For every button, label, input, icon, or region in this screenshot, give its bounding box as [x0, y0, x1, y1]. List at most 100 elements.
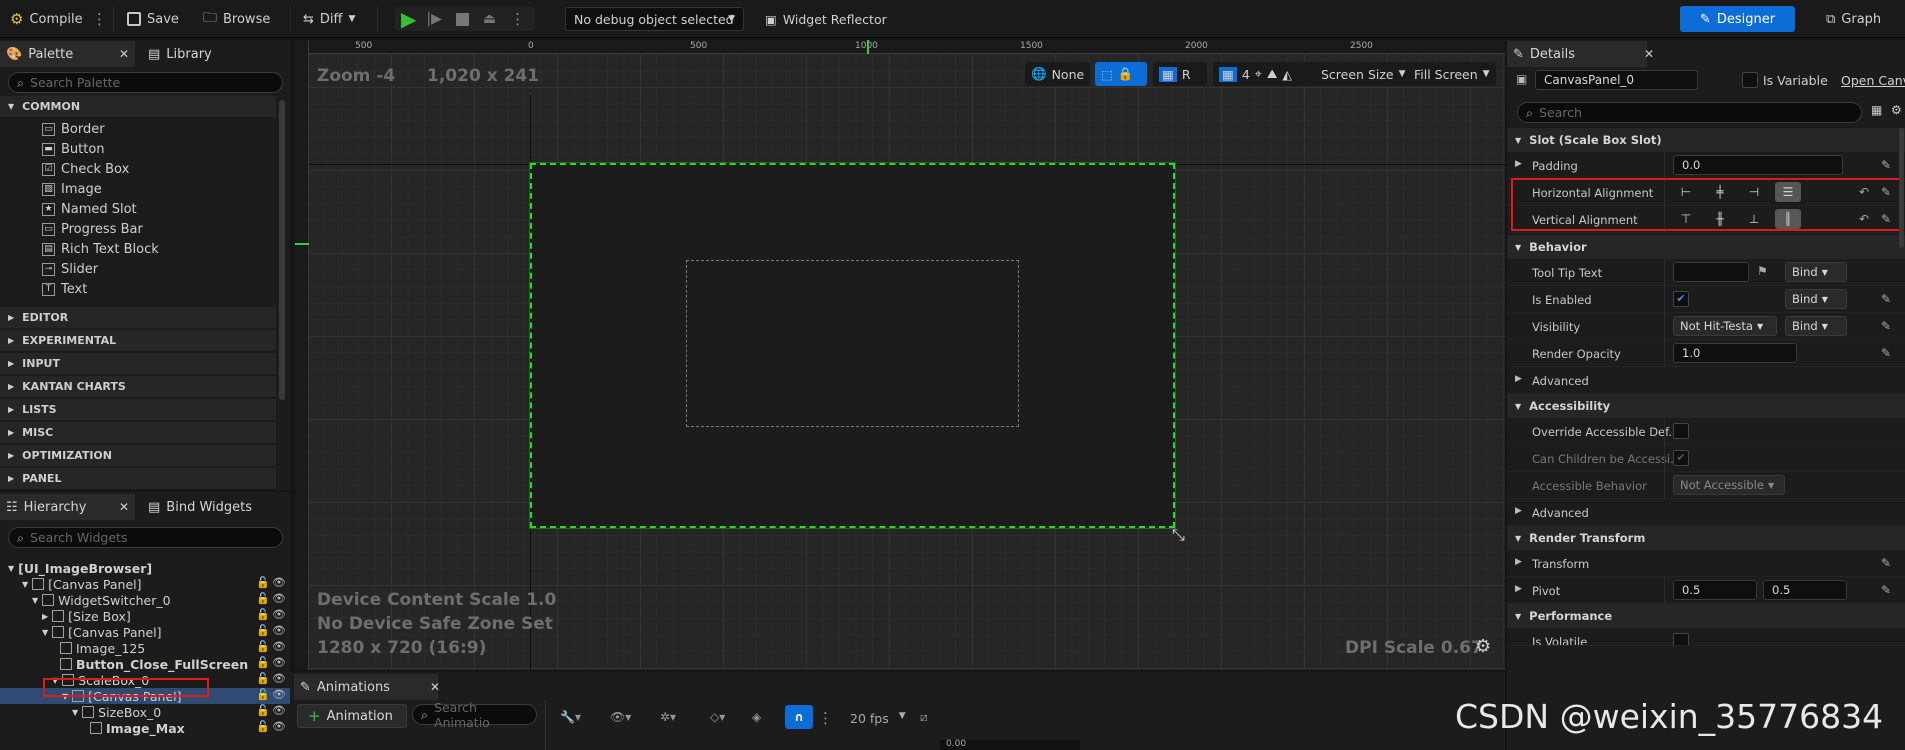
lock-icon[interactable]: 🔓	[256, 656, 270, 669]
palette-category[interactable]: ▶ OPTIMIZATION	[0, 445, 276, 467]
chevron-right-icon[interactable]: ▶	[42, 612, 48, 621]
options-icon[interactable]: ⋮	[818, 709, 833, 727]
tab-details[interactable]: ✎ Details	[1507, 41, 1647, 67]
hierarchy-row[interactable]: ▶ [Size Box] 🔓 👁	[0, 608, 290, 624]
designer-button[interactable]: ✎ Designer	[1680, 6, 1795, 32]
gear-icon[interactable]: ⚙	[1475, 636, 1491, 657]
is-enabled-checkbox[interactable]: ✔	[1673, 291, 1689, 307]
hierarchy-row[interactable]: ▼ WidgetSwitcher_0 🔓 👁	[0, 592, 290, 608]
palette-scrollbar[interactable]	[279, 100, 285, 400]
bind-dropdown[interactable]: Bind ▼	[1785, 289, 1847, 309]
hierarchy-row[interactable]: Image_125 🔓 👁	[0, 640, 290, 656]
eye-icon[interactable]: 👁▾	[610, 710, 631, 724]
padding-input[interactable]: 0.0	[1673, 155, 1843, 175]
palette-item[interactable]: ▬ Button	[42, 140, 105, 159]
can-children-checkbox[interactable]: ✔	[1673, 450, 1689, 466]
visibility-dropdown[interactable]: Not Hit-Testa ▼	[1673, 316, 1777, 336]
lock-icon[interactable]: 🔓	[256, 688, 270, 701]
is-variable-checkbox[interactable]	[1742, 72, 1758, 88]
section-slot[interactable]: ▼ Slot (Scale Box Slot)	[1507, 128, 1905, 152]
tooltip-input[interactable]	[1673, 262, 1749, 282]
eye-icon[interactable]: 👁	[272, 688, 286, 701]
eye-icon[interactable]: 👁	[272, 656, 286, 669]
compile-options-icon[interactable]: ⋮	[92, 7, 107, 31]
close-icon[interactable]: ✕	[430, 680, 440, 694]
graph-button[interactable]: ⧉ Graph	[1826, 7, 1881, 31]
eye-icon[interactable]: 👁	[272, 640, 286, 653]
stop-icon[interactable]	[455, 12, 469, 26]
category-common[interactable]: ▼ COMMON	[0, 96, 276, 118]
widget-reflector-button[interactable]: ▣ Widget Reflector	[765, 7, 887, 31]
eye-icon[interactable]: 👁	[272, 720, 286, 733]
designer-viewport[interactable]: ⤡ Zoom -4 1,020 x 241 🌐 None ⬚ 🔒 ▦ R ▦ 4…	[295, 40, 1505, 670]
eye-icon[interactable]: 👁	[272, 576, 286, 589]
gear-icon[interactable]: ⚙	[1891, 103, 1902, 117]
accessible-behavior-dropdown[interactable]: Not Accessible ▼	[1673, 475, 1785, 495]
palette-item[interactable]: T Text	[42, 280, 87, 299]
diff-button[interactable]: ⇆ Diff ▼	[303, 7, 355, 31]
fps-dropdown[interactable]: 20 fps ▼	[850, 711, 906, 726]
timeline-bar[interactable]: 0.00	[940, 739, 1080, 750]
diamond-icon[interactable]: ◇▾	[710, 710, 725, 724]
chevron-right-icon[interactable]: ▶	[1515, 374, 1522, 384]
keyframe-icon[interactable]: ✎	[1881, 292, 1891, 306]
palette-category[interactable]: ▶ EDITOR	[0, 307, 276, 329]
curve-icon[interactable]: ⧄	[920, 710, 928, 725]
browse-button[interactable]: 🗀 Browse	[203, 7, 270, 31]
close-icon[interactable]: ✕	[119, 47, 129, 61]
eye-icon[interactable]: 👁	[272, 608, 286, 621]
is-volatile-checkbox[interactable]	[1673, 633, 1689, 645]
chevron-right-icon[interactable]: ▶	[1515, 584, 1522, 594]
tab-palette[interactable]: 🎨 Palette	[0, 41, 135, 67]
keyframe-icon[interactable]: ✎	[1881, 158, 1891, 172]
lock-icon[interactable]: 🔓	[256, 592, 270, 605]
chevron-down-icon[interactable]: ▼	[32, 596, 38, 605]
palette-item[interactable]: ★ Named Slot	[42, 200, 137, 219]
palette-item[interactable]: ▨ Image	[42, 180, 102, 199]
tab-hierarchy[interactable]: ☷ Hierarchy	[0, 494, 135, 520]
palette-category[interactable]: ▶ LISTS	[0, 399, 276, 421]
render-opacity-input[interactable]: 1.0	[1673, 343, 1797, 363]
key-icon[interactable]: ◈	[752, 710, 761, 724]
override-accessible-checkbox[interactable]	[1673, 423, 1689, 439]
localization-preview-button[interactable]: 🌐 None	[1025, 62, 1091, 86]
eye-icon[interactable]: 👁	[272, 672, 286, 685]
lock-icon[interactable]: 🔓	[256, 720, 270, 733]
bind-dropdown[interactable]: Bind ▼	[1785, 262, 1847, 282]
debug-object-select[interactable]: No debug object selected ▼	[565, 7, 744, 31]
details-scrollbar[interactable]	[1899, 128, 1904, 248]
add-animation-button[interactable]: + Animation	[297, 704, 407, 728]
close-icon[interactable]: ✕	[119, 500, 129, 514]
section-render-transform[interactable]: ▼ Render Transform	[1507, 526, 1905, 550]
palette-category[interactable]: ▶ KANTAN CHARTS	[0, 376, 276, 398]
bind-dropdown[interactable]: Bind ▼	[1785, 316, 1847, 336]
chevron-right-icon[interactable]: ▶	[1515, 159, 1522, 169]
hierarchy-row[interactable]: Image_Max 🔓 👁	[0, 720, 290, 736]
lock-icon[interactable]: 🔓	[256, 704, 270, 717]
palette-item[interactable]: ▤ Rich Text Block	[42, 240, 159, 259]
close-icon[interactable]: ✕	[1644, 47, 1654, 61]
palette-category[interactable]: ▶ INPUT	[0, 353, 276, 375]
chevron-down-icon[interactable]: ▼	[42, 628, 48, 637]
respect-locks-toggle[interactable]: ⬚ 🔒	[1095, 62, 1147, 86]
section-behavior[interactable]: ▼ Behavior	[1507, 235, 1905, 259]
pivot-x-input[interactable]: 0.5	[1673, 580, 1757, 600]
palette-category[interactable]: ▶ MISC	[0, 422, 276, 444]
screen-size-dropdown[interactable]: Screen Size ▼	[1315, 62, 1412, 86]
keyframe-icon[interactable]: ✎	[1881, 583, 1891, 597]
details-search-input[interactable]: ⌕ Search	[1517, 102, 1862, 123]
eye-icon[interactable]: 👁	[272, 704, 286, 717]
section-accessibility[interactable]: ▼ Accessibility	[1507, 394, 1905, 418]
hierarchy-row[interactable]: ▼ SizeBox_0 🔓 👁	[0, 704, 290, 720]
flag-icon[interactable]: ⚑	[1757, 264, 1768, 278]
grid-snap-controls[interactable]: ▦ 4 ⌖ ⛰ ◭	[1213, 62, 1323, 86]
section-performance[interactable]: ▼ Performance	[1507, 604, 1905, 628]
grid-view-icon[interactable]: ▦	[1871, 103, 1882, 117]
widget-name-input[interactable]: CanvasPanel_0	[1535, 70, 1698, 90]
palette-category[interactable]: ▶ EXPERIMENTAL	[0, 330, 276, 352]
eye-icon[interactable]: 👁	[272, 624, 286, 637]
fill-screen-dropdown[interactable]: Fill Screen ▼	[1408, 62, 1496, 86]
wrench-icon[interactable]: 🔧▾	[560, 710, 581, 724]
lock-icon[interactable]: 🔓	[256, 640, 270, 653]
chevron-right-icon[interactable]: ▶	[1515, 506, 1522, 516]
